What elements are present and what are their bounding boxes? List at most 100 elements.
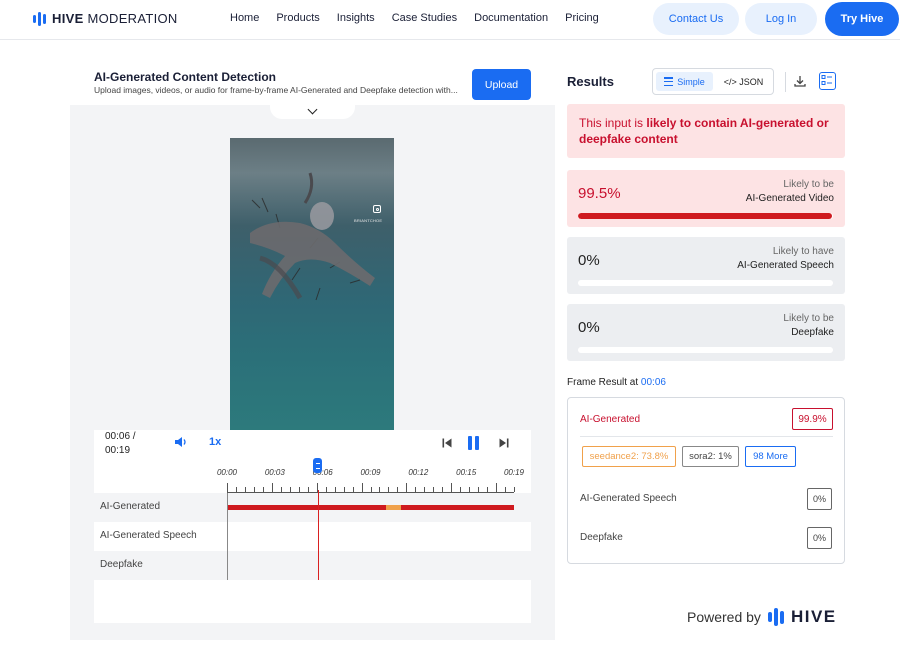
ai-generated-track[interactable] bbox=[228, 505, 514, 510]
pause-bar-left bbox=[468, 436, 472, 450]
ruler-tick bbox=[514, 487, 515, 492]
nav-link-products[interactable]: Products bbox=[276, 12, 319, 24]
ruler-tick bbox=[451, 483, 453, 492]
result-label: AI-Generated Speech bbox=[737, 260, 834, 271]
ruler-tick bbox=[235, 487, 237, 492]
ruler-tick bbox=[334, 487, 336, 492]
logo-product: MODERATION bbox=[87, 11, 178, 26]
skip-forward-icon[interactable] bbox=[499, 438, 509, 448]
collapse-toggle[interactable] bbox=[270, 103, 355, 119]
ruler-tick bbox=[433, 487, 435, 492]
tick-label: 00:15 bbox=[456, 468, 477, 477]
nav-links: Home Products Insights Case Studies Docu… bbox=[230, 12, 616, 24]
result-card-ai-speech: 0% Likely to have AI-Generated Speech bbox=[567, 237, 845, 294]
ruler-tick bbox=[262, 487, 264, 492]
details-view-icon[interactable] bbox=[819, 72, 836, 90]
ruler-tick bbox=[370, 487, 372, 492]
ruler-tick bbox=[487, 487, 489, 492]
track-orange-segment bbox=[386, 505, 402, 510]
result-pct: 0% bbox=[578, 252, 600, 269]
ruler-tick bbox=[227, 483, 228, 492]
view-toggle: Simple </> JSON bbox=[652, 68, 774, 95]
volume-icon[interactable] bbox=[174, 436, 188, 448]
detector-subtitle: Upload images, videos, or audio for fram… bbox=[94, 85, 458, 95]
ruler-tick bbox=[496, 483, 498, 492]
hive-logo[interactable]: HIVE MODERATION bbox=[33, 11, 178, 26]
nav-link-documentation[interactable]: Documentation bbox=[474, 12, 548, 24]
row-label-deepfake: Deepfake bbox=[100, 559, 143, 570]
login-button[interactable]: Log In bbox=[745, 3, 817, 35]
result-bar bbox=[578, 280, 833, 286]
playback-speed[interactable]: 1x bbox=[209, 436, 221, 448]
pause-button[interactable] bbox=[468, 436, 482, 450]
frame-ai-score: 99.9% bbox=[792, 408, 833, 430]
media-player: 00:06 / 00:19 1x 00:00 00:03 00:06 00:09 00:… bbox=[94, 430, 531, 623]
time-display: 00:06 / 00:19 bbox=[105, 430, 136, 458]
playhead-handle[interactable] bbox=[313, 458, 323, 473]
ruler-tick bbox=[244, 487, 246, 492]
result-label: AI-Generated Video bbox=[745, 193, 834, 204]
nav-link-pricing[interactable]: Pricing bbox=[565, 12, 599, 24]
ruler-tick bbox=[325, 487, 327, 492]
tick-label: 00:12 bbox=[408, 468, 429, 477]
video-frame-figure bbox=[250, 172, 375, 301]
skip-back-icon[interactable] bbox=[442, 438, 452, 448]
ruler-tick bbox=[280, 487, 282, 492]
frame-result-label: Frame Result at bbox=[567, 377, 641, 388]
result-pct: 99.5% bbox=[578, 185, 621, 202]
frame-speech-score: 0% bbox=[807, 488, 832, 510]
simple-view-label: Simple bbox=[677, 76, 705, 87]
model-chip-sora[interactable]: sora2: 1% bbox=[682, 446, 739, 467]
results-title: Results bbox=[567, 74, 614, 89]
tick-label: 00:19 bbox=[503, 468, 525, 477]
timeline-row: AI-Generated Speech bbox=[94, 522, 531, 551]
row-label-ai-speech: AI-Generated Speech bbox=[100, 530, 197, 541]
nav-link-insights[interactable]: Insights bbox=[337, 12, 375, 24]
result-label: Deepfake bbox=[791, 327, 834, 338]
ruler-tick bbox=[379, 487, 381, 492]
verdict-alert: This input is likely to contain AI-gener… bbox=[567, 104, 845, 158]
ruler-tick bbox=[469, 487, 471, 492]
more-models-button[interactable]: 98 More bbox=[745, 446, 796, 467]
video-watermark: BRIANTCHOE bbox=[354, 218, 383, 223]
chevron-down-icon bbox=[307, 104, 318, 114]
top-nav: HIVE MODERATION Home Products Insights C… bbox=[0, 0, 900, 40]
alert-prefix: This input is bbox=[579, 116, 647, 130]
nav-link-case-studies[interactable]: Case Studies bbox=[392, 12, 457, 24]
model-chip-seedance[interactable]: seedance2: 73.8% bbox=[582, 446, 676, 467]
pause-bar-right bbox=[475, 436, 479, 450]
details-glyph bbox=[821, 75, 832, 85]
timeline-divider bbox=[227, 493, 228, 580]
ruler-tick bbox=[271, 483, 273, 492]
logo-brand: HIVE bbox=[52, 11, 84, 26]
ruler-tick bbox=[253, 487, 255, 492]
frame-result-heading: Frame Result at 00:06 bbox=[567, 377, 666, 388]
ruler-tick bbox=[406, 483, 408, 492]
ruler-tick bbox=[478, 487, 480, 492]
powered-brand: HIVE bbox=[790, 607, 837, 626]
video-preview[interactable]: BRIANTCHOE bbox=[230, 138, 394, 430]
ruler-tick bbox=[397, 487, 399, 492]
list-icon bbox=[664, 77, 674, 86]
timeline-ruler: 00:00 00:03 00:06 00:09 00:12 00:15 00:19 bbox=[217, 468, 524, 494]
current-time: 00:06 / bbox=[105, 431, 136, 442]
contact-us-button[interactable]: Contact Us bbox=[653, 3, 739, 35]
ruler-tick bbox=[442, 487, 444, 492]
total-time: 00:19 bbox=[105, 445, 131, 456]
json-view-button[interactable]: </> JSON bbox=[715, 72, 772, 91]
try-hive-button[interactable]: Try Hive bbox=[825, 2, 899, 36]
nav-link-home[interactable]: Home bbox=[230, 12, 259, 24]
tick-label: 00:00 bbox=[216, 468, 238, 477]
download-icon[interactable] bbox=[794, 75, 806, 87]
result-bar bbox=[578, 213, 833, 219]
instagram-icon bbox=[373, 205, 381, 213]
ruler-tick bbox=[424, 487, 426, 492]
ruler-tick bbox=[352, 487, 354, 492]
simple-view-button[interactable]: Simple bbox=[656, 72, 713, 91]
tick-label: 00:09 bbox=[360, 468, 381, 477]
powered-by-hive[interactable]: Powered by HIVE bbox=[687, 607, 837, 627]
ruler-tick bbox=[289, 487, 291, 492]
upload-button[interactable]: Upload bbox=[472, 69, 531, 100]
frame-ai-label: AI-Generated bbox=[580, 414, 641, 425]
frame-result-time[interactable]: 00:06 bbox=[641, 377, 666, 388]
